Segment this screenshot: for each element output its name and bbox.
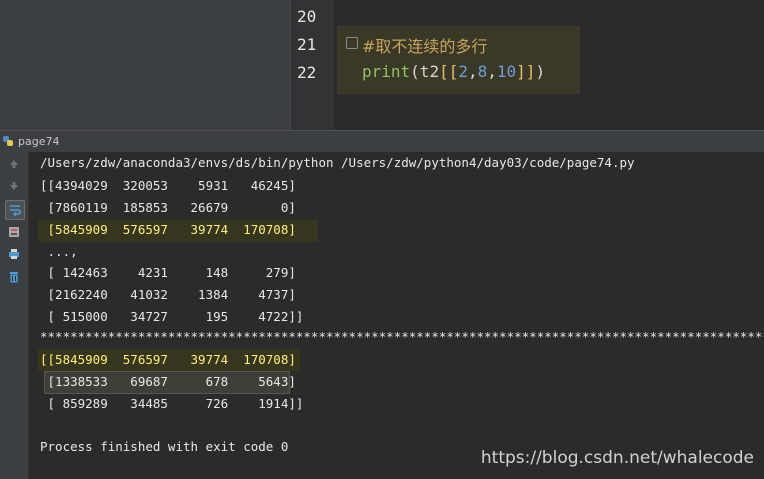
arrow-down-icon[interactable] [5, 177, 23, 195]
console-command: /Users/zdw/anaconda3/envs/ds/bin/python … [40, 155, 635, 170]
watermark: https://blog.csdn.net/whalecode [480, 448, 754, 468]
code-bracket: ]] [516, 62, 536, 81]
line-number: 20 [297, 7, 317, 26]
console-line: [[5845909 576597 39774 170708] [40, 352, 296, 367]
console-line: [ 142463 4231 148 279] [40, 265, 296, 280]
run-toolbar [0, 152, 29, 479]
console-line: [1338533 69687 678 5643] [40, 374, 296, 389]
console-line: ..., [40, 244, 78, 259]
console-line: [2162240 41032 1384 4737] [40, 287, 296, 302]
run-tab-label[interactable]: page74 [18, 135, 59, 148]
run-panel-header: page74 [0, 130, 764, 153]
python-icon [3, 136, 13, 146]
code-text: (t2 [410, 62, 440, 81]
line-number: 21 [297, 35, 317, 54]
print-icon[interactable] [5, 245, 23, 263]
code-number: 8 [477, 62, 488, 81]
code-comma: , [487, 62, 497, 81]
code-line-print[interactable]: print(t2[[2,8,10]]) [362, 62, 545, 81]
console-exit-message: Process finished with exit code 0 [40, 439, 289, 454]
console-line: [ 859289 34485 726 1914]] [40, 396, 304, 411]
console-separator: ****************************************… [40, 329, 764, 344]
console-line: [7860119 185853 26679 0] [40, 200, 296, 215]
code-fn: print [362, 62, 411, 81]
scroll-to-end-icon[interactable] [5, 223, 23, 241]
code-number: 10 [496, 62, 517, 81]
editor-left-panel [0, 0, 290, 130]
console-line: [5845909 576597 39774 170708] [40, 222, 296, 237]
code-text: ) [535, 62, 546, 81]
soft-wrap-icon[interactable] [5, 200, 25, 220]
line-number: 22 [297, 63, 317, 82]
console-line: [ 515000 34727 195 4722]] [40, 309, 304, 324]
code-comment: #取不连续的多行 [362, 37, 488, 56]
console-line: [[4394029 320053 5931 46245] [40, 178, 296, 193]
trash-icon[interactable] [5, 268, 23, 286]
code-bracket: [[ [439, 62, 459, 81]
code-comma: , [467, 62, 478, 81]
fold-icon[interactable] [346, 37, 358, 49]
code-number: 2 [458, 62, 468, 81]
arrow-up-icon[interactable] [5, 155, 23, 173]
